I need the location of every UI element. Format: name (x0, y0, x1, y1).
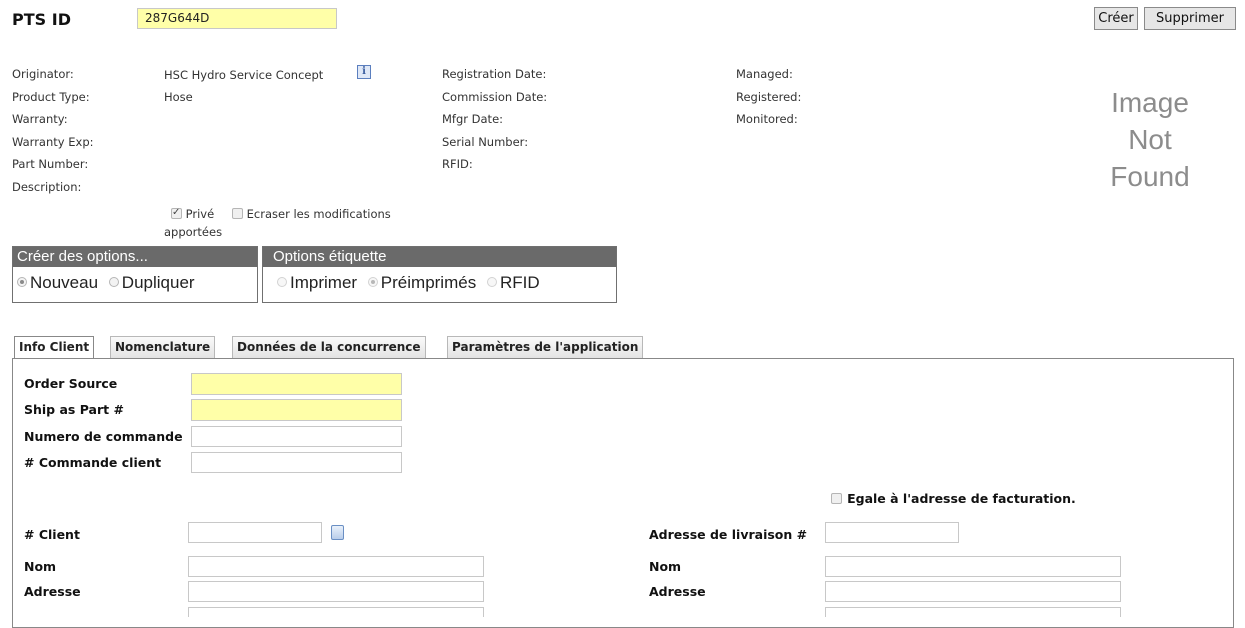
originator-label: Originator: (12, 67, 74, 81)
nouveau-label: Nouveau (30, 273, 99, 292)
nom-right-label: Nom (649, 559, 682, 574)
ecraser-label-line2: apportées (164, 225, 223, 239)
ecraser-checkbox[interactable] (232, 208, 243, 219)
commission-date-label: Commission Date: (442, 90, 548, 104)
create-options-title: Créer des options... (13, 247, 257, 267)
option-nouveau[interactable]: Nouveau (17, 273, 103, 292)
registered-label: Registered: (736, 90, 802, 104)
nom-left-label: Nom (24, 559, 57, 574)
numero-commande-input[interactable] (191, 426, 402, 447)
option-imprimer[interactable]: Imprimer (277, 273, 362, 292)
preimprimes-radio[interactable] (367, 277, 378, 287)
managed-label: Managed: (736, 67, 793, 81)
tab-nomenclature[interactable]: Nomenclature (110, 336, 216, 358)
dupliquer-label: Dupliquer (121, 273, 195, 292)
adresse-left-input[interactable] (188, 581, 484, 602)
product-type-label: Product Type: (12, 90, 90, 104)
rfid-label-opt: RFID (499, 273, 540, 292)
nouveau-radio[interactable] (17, 277, 27, 287)
commande-client-input[interactable] (191, 452, 402, 473)
imprimer-radio[interactable] (277, 277, 287, 287)
create-options-body: Nouveau Dupliquer (13, 267, 257, 295)
warranty-label: Warranty: (12, 112, 68, 126)
option-preimprimes[interactable]: Préimprimés (367, 273, 481, 292)
ship-as-part-label: Ship as Part # (24, 402, 124, 417)
nom-right-input[interactable] (825, 556, 1121, 577)
label-options-body: Imprimer Préimprimés RFID (263, 267, 616, 295)
create-button[interactable]: Créer (1094, 7, 1138, 30)
registration-date-label: Registration Date: (442, 67, 547, 81)
pts-id-value: 287G644D (145, 11, 210, 25)
ecraser-label-line1: Ecraser les modifications (246, 207, 391, 221)
product-type-value: Hose (164, 90, 193, 104)
order-source-label: Order Source (24, 376, 118, 391)
adresse-right-label: Adresse (649, 584, 706, 599)
image-text-line2: Not (1128, 124, 1172, 155)
ship-as-part-input[interactable] (191, 399, 402, 421)
mfgr-date-label: Mfgr Date: (442, 112, 504, 126)
serial-number-label: Serial Number: (442, 135, 529, 149)
imprimer-label: Imprimer (290, 273, 358, 292)
tab-info-client[interactable]: Info Client (14, 336, 95, 359)
prive-option[interactable]: Privé (171, 206, 215, 221)
dupliquer-radio[interactable] (108, 277, 119, 287)
pts-id-label: PTS ID (12, 10, 71, 29)
adresse-right-input-2[interactable] (825, 607, 1121, 617)
description-label: Description: (12, 180, 82, 194)
tab-donnees-concurrence[interactable]: Données de la concurrence (232, 336, 426, 358)
adresse-right-input[interactable] (825, 581, 1121, 602)
originator-value: HSC Hydro Service Concept (164, 68, 324, 82)
delete-button[interactable]: Supprimer (1144, 7, 1236, 30)
numero-commande-label: Numero de commande (24, 429, 183, 444)
warranty-exp-label: Warranty Exp: (12, 135, 94, 149)
option-dupliquer[interactable]: Dupliquer (108, 273, 195, 292)
part-number-label: Part Number: (12, 157, 89, 171)
info-icon[interactable]: i (357, 65, 371, 79)
commande-client-label: # Commande client (24, 455, 162, 470)
prive-label: Privé (185, 207, 215, 221)
image-text-line1: Image (1111, 87, 1189, 118)
prive-checkbox[interactable] (171, 206, 182, 220)
delivery-num-input[interactable] (825, 522, 959, 543)
adresse-left-label: Adresse (24, 584, 81, 599)
nom-left-input[interactable] (188, 556, 484, 577)
label-options-group: Options étiquette Imprimer Préimprimés R… (262, 246, 617, 303)
label-options-title: Options étiquette (263, 247, 616, 267)
client-num-input[interactable] (188, 522, 322, 543)
preimprimes-label: Préimprimés (380, 273, 477, 292)
tab-parametres-application[interactable]: Paramètres de l'application (447, 336, 644, 358)
option-rfid[interactable]: RFID (486, 273, 540, 292)
ecraser-option[interactable]: Ecraser les modifications (232, 207, 391, 221)
lookup-icon[interactable] (331, 525, 344, 540)
product-image-placeholder: Image Not Found (1080, 84, 1220, 195)
pts-id-field[interactable]: 287G644D (137, 8, 337, 29)
create-options-group: Créer des options... Nouveau Dupliquer (12, 246, 258, 303)
same-billing-label: Egale à l'adresse de facturation. (847, 491, 1076, 506)
rfid-label: RFID: (442, 157, 473, 171)
monitored-label: Monitored: (736, 112, 798, 126)
rfid-radio[interactable] (486, 277, 497, 287)
client-num-label: # Client (24, 527, 80, 542)
delivery-num-label: Adresse de livraison # (649, 527, 808, 542)
same-billing-option[interactable]: Egale à l'adresse de facturation. (831, 488, 1076, 507)
image-text-line3: Found (1110, 161, 1190, 192)
adresse-left-input-2[interactable] (188, 607, 484, 617)
order-source-input[interactable] (191, 373, 402, 395)
same-billing-checkbox[interactable] (831, 493, 842, 504)
